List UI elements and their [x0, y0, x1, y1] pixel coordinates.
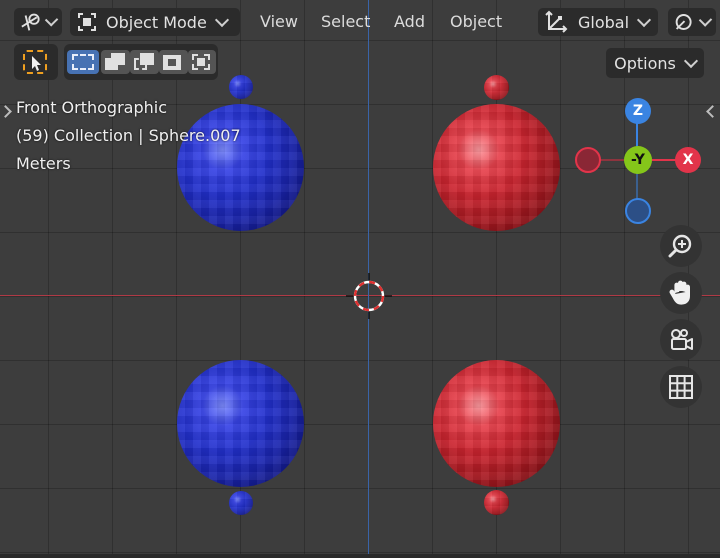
toolbar-expand-icon[interactable]	[0, 105, 12, 118]
small-blue-sphere-bottom[interactable]	[229, 491, 253, 515]
viewport-header: Object Mode View Select Add Object Globa…	[0, 0, 720, 44]
editor-type-dropdown[interactable]	[14, 8, 62, 36]
camera-view-button[interactable]	[660, 319, 702, 361]
transform-orientation-label: Global	[578, 12, 630, 32]
zoom-button[interactable]	[660, 225, 702, 267]
small-blue-sphere-top[interactable]	[229, 75, 253, 99]
small-red-sphere-top[interactable]	[484, 75, 509, 100]
active-tool-button[interactable]	[14, 44, 58, 80]
select-invert-icon[interactable]	[159, 50, 188, 74]
snap-icon	[675, 14, 692, 30]
transform-orientation-dropdown[interactable]: Global	[538, 8, 658, 36]
snap-dropdown[interactable]	[668, 8, 716, 36]
gizmo-z-axis[interactable]: Z	[625, 98, 651, 124]
editor-type-icon	[21, 13, 40, 31]
mode-label: Object Mode	[106, 12, 207, 32]
large-red-sphere-bottom[interactable]	[433, 360, 560, 487]
menu-select[interactable]: Select	[321, 12, 370, 31]
units-label: Meters	[16, 154, 71, 173]
select-extend-icon[interactable]	[101, 50, 130, 74]
sidebar-expand-icon[interactable]	[706, 105, 719, 118]
selection-mode-group	[64, 44, 218, 80]
large-red-sphere-top[interactable]	[433, 104, 560, 231]
select-new-icon[interactable]	[67, 50, 99, 74]
cursor-tool-icon	[23, 50, 47, 74]
3d-cursor-icon[interactable]	[346, 273, 392, 319]
toggle-orthographic-button[interactable]	[660, 366, 702, 408]
menu-add[interactable]: Add	[394, 12, 425, 31]
view-name: Front Orthographic	[16, 98, 168, 117]
gizmo-neg-y-axis[interactable]: -Y	[624, 146, 652, 174]
gizmo-neg-z-axis[interactable]	[625, 198, 651, 224]
options-label: Options	[614, 53, 676, 73]
3d-viewport[interactable]: Front Orthographic (59) Collection | Sph…	[0, 0, 720, 558]
navigation-gizmo[interactable]: Z X -Y	[570, 92, 706, 228]
transform-orientation-icon	[545, 10, 568, 33]
pan-button[interactable]	[660, 272, 702, 314]
object-mode-icon	[78, 13, 96, 31]
select-subtract-icon[interactable]	[130, 50, 159, 74]
large-blue-sphere-top[interactable]	[177, 104, 304, 231]
zoom-icon	[668, 234, 692, 258]
menu-view[interactable]: View	[260, 12, 298, 31]
mode-dropdown[interactable]: Object Mode	[70, 8, 240, 36]
options-dropdown[interactable]: Options	[606, 48, 704, 78]
small-red-sphere-bottom[interactable]	[484, 490, 509, 515]
gizmo-x-axis[interactable]: X	[675, 147, 701, 173]
camera-icon	[671, 329, 693, 350]
large-blue-sphere-bottom[interactable]	[177, 360, 304, 487]
collection-object-label: (59) Collection | Sphere.007	[16, 126, 241, 145]
select-intersect-icon[interactable]	[188, 50, 216, 74]
grid-icon	[669, 375, 693, 399]
gizmo-neg-x-axis[interactable]	[575, 147, 601, 173]
menu-object[interactable]: Object	[450, 12, 502, 31]
pan-hand-icon	[669, 280, 690, 305]
